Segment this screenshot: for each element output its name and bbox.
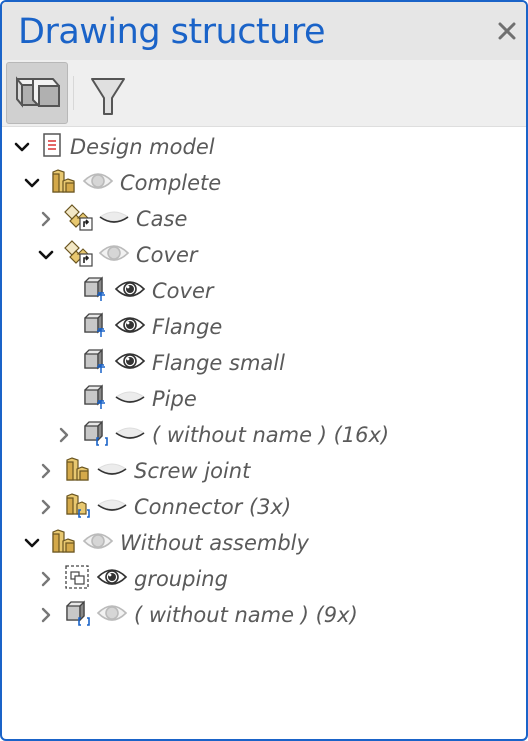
expander-placeholder bbox=[54, 281, 74, 301]
tree-node-label: Flange small bbox=[152, 351, 285, 375]
tree-node[interactable]: Cover bbox=[54, 273, 214, 309]
expand-toggle[interactable] bbox=[36, 569, 56, 589]
tree-node[interactable]: ( without name ) (16x) bbox=[54, 417, 389, 453]
part-group-icon bbox=[64, 600, 92, 630]
tree-node-label: ( without name ) (16x) bbox=[152, 423, 390, 447]
assembly-reference-icon bbox=[64, 239, 94, 271]
collapse-toggle[interactable] bbox=[12, 137, 32, 157]
tree-node[interactable]: Complete bbox=[22, 165, 221, 201]
structure-view-button[interactable] bbox=[6, 62, 68, 124]
expander-placeholder bbox=[54, 353, 74, 373]
drawing-structure-panel: Drawing structure Design model Complete Ca… bbox=[0, 0, 528, 741]
part-with-axis-icon bbox=[82, 312, 110, 342]
chevron-right-icon bbox=[59, 427, 69, 443]
eye-closed-icon[interactable] bbox=[114, 423, 146, 447]
eye-partial-icon[interactable] bbox=[82, 171, 114, 195]
chevron-down-icon bbox=[14, 142, 30, 152]
tree-node[interactable]: Flange bbox=[54, 309, 222, 345]
close-icon bbox=[498, 22, 516, 40]
collapse-toggle[interactable] bbox=[22, 533, 42, 553]
tree-node-label: Flange bbox=[152, 315, 223, 339]
chevron-right-icon bbox=[41, 571, 51, 587]
tree-node[interactable]: Connector (3x) bbox=[36, 489, 291, 525]
filter-funnel-icon bbox=[91, 78, 125, 115]
eye-visible-icon[interactable] bbox=[114, 279, 146, 303]
assembly-group-icon bbox=[64, 492, 92, 522]
tree-node[interactable]: Design model bbox=[12, 129, 215, 165]
expand-toggle[interactable] bbox=[36, 605, 56, 625]
assembly-icon bbox=[50, 168, 78, 198]
tree-node[interactable]: Case bbox=[36, 201, 187, 237]
solid-blocks-icon bbox=[16, 76, 60, 108]
tree-node-label: Cover bbox=[152, 279, 214, 303]
expander-placeholder bbox=[54, 389, 74, 409]
tree-node[interactable]: Pipe bbox=[54, 381, 197, 417]
eye-visible-icon[interactable] bbox=[114, 315, 146, 339]
part-group-icon bbox=[82, 420, 110, 450]
tree-node[interactable]: Screw joint bbox=[36, 453, 250, 489]
chevron-right-icon bbox=[41, 499, 51, 515]
close-button[interactable] bbox=[496, 20, 518, 42]
toolbar bbox=[2, 60, 526, 127]
eye-closed-icon[interactable] bbox=[96, 459, 128, 483]
collapse-toggle[interactable] bbox=[22, 173, 42, 193]
tree-node-label: Cover bbox=[136, 243, 198, 267]
eye-partial-icon[interactable] bbox=[98, 243, 130, 267]
collapse-toggle[interactable] bbox=[36, 245, 56, 265]
document-icon bbox=[40, 132, 64, 162]
grouping-icon bbox=[64, 564, 92, 594]
assembly-icon bbox=[64, 456, 92, 486]
title-bar: Drawing structure bbox=[2, 2, 526, 60]
expand-toggle[interactable] bbox=[54, 425, 74, 445]
chevron-down-icon bbox=[38, 250, 54, 260]
tree-node-label: ( without name ) (9x) bbox=[134, 603, 358, 627]
expand-toggle[interactable] bbox=[36, 209, 56, 229]
tree-node-label: Without assembly bbox=[120, 531, 309, 555]
tree-node-label: Design model bbox=[70, 135, 215, 159]
expand-toggle[interactable] bbox=[36, 497, 56, 517]
eye-partial-icon[interactable] bbox=[96, 603, 128, 627]
tree-node-label: Case bbox=[136, 207, 188, 231]
tree-node[interactable]: Cover bbox=[36, 237, 198, 273]
part-with-axis-icon bbox=[82, 276, 110, 306]
chevron-down-icon bbox=[24, 178, 40, 188]
part-with-axis-icon bbox=[82, 348, 110, 378]
tree-node-label: Complete bbox=[120, 171, 222, 195]
tree-node[interactable]: ( without name ) (9x) bbox=[36, 597, 358, 633]
eye-partial-icon[interactable] bbox=[82, 531, 114, 555]
eye-visible-icon[interactable] bbox=[114, 351, 146, 375]
expander-placeholder bbox=[54, 317, 74, 337]
tree-node[interactable]: Flange small bbox=[54, 345, 285, 381]
filter-button[interactable] bbox=[78, 62, 140, 124]
part-with-axis-icon bbox=[82, 384, 110, 414]
chevron-right-icon bbox=[41, 463, 51, 479]
expand-toggle[interactable] bbox=[36, 461, 56, 481]
tree-node-label: Connector (3x) bbox=[134, 495, 292, 519]
tree-node-label: grouping bbox=[134, 567, 228, 591]
tree-node[interactable]: grouping bbox=[36, 561, 228, 597]
eye-closed-icon[interactable] bbox=[114, 387, 146, 411]
tree-node[interactable]: Without assembly bbox=[22, 525, 309, 561]
eye-closed-icon[interactable] bbox=[96, 495, 128, 519]
eye-visible-icon[interactable] bbox=[96, 567, 128, 591]
chevron-right-icon bbox=[41, 211, 51, 227]
chevron-down-icon bbox=[24, 538, 40, 548]
assembly-reference-icon bbox=[64, 203, 94, 235]
tree-node-label: Pipe bbox=[152, 387, 197, 411]
panel-title: Drawing structure bbox=[18, 12, 326, 52]
tree-node-label: Screw joint bbox=[134, 459, 251, 483]
eye-closed-icon[interactable] bbox=[98, 207, 130, 231]
chevron-right-icon bbox=[41, 607, 51, 623]
toolbar-separator bbox=[73, 76, 74, 110]
assembly-icon bbox=[50, 528, 78, 558]
